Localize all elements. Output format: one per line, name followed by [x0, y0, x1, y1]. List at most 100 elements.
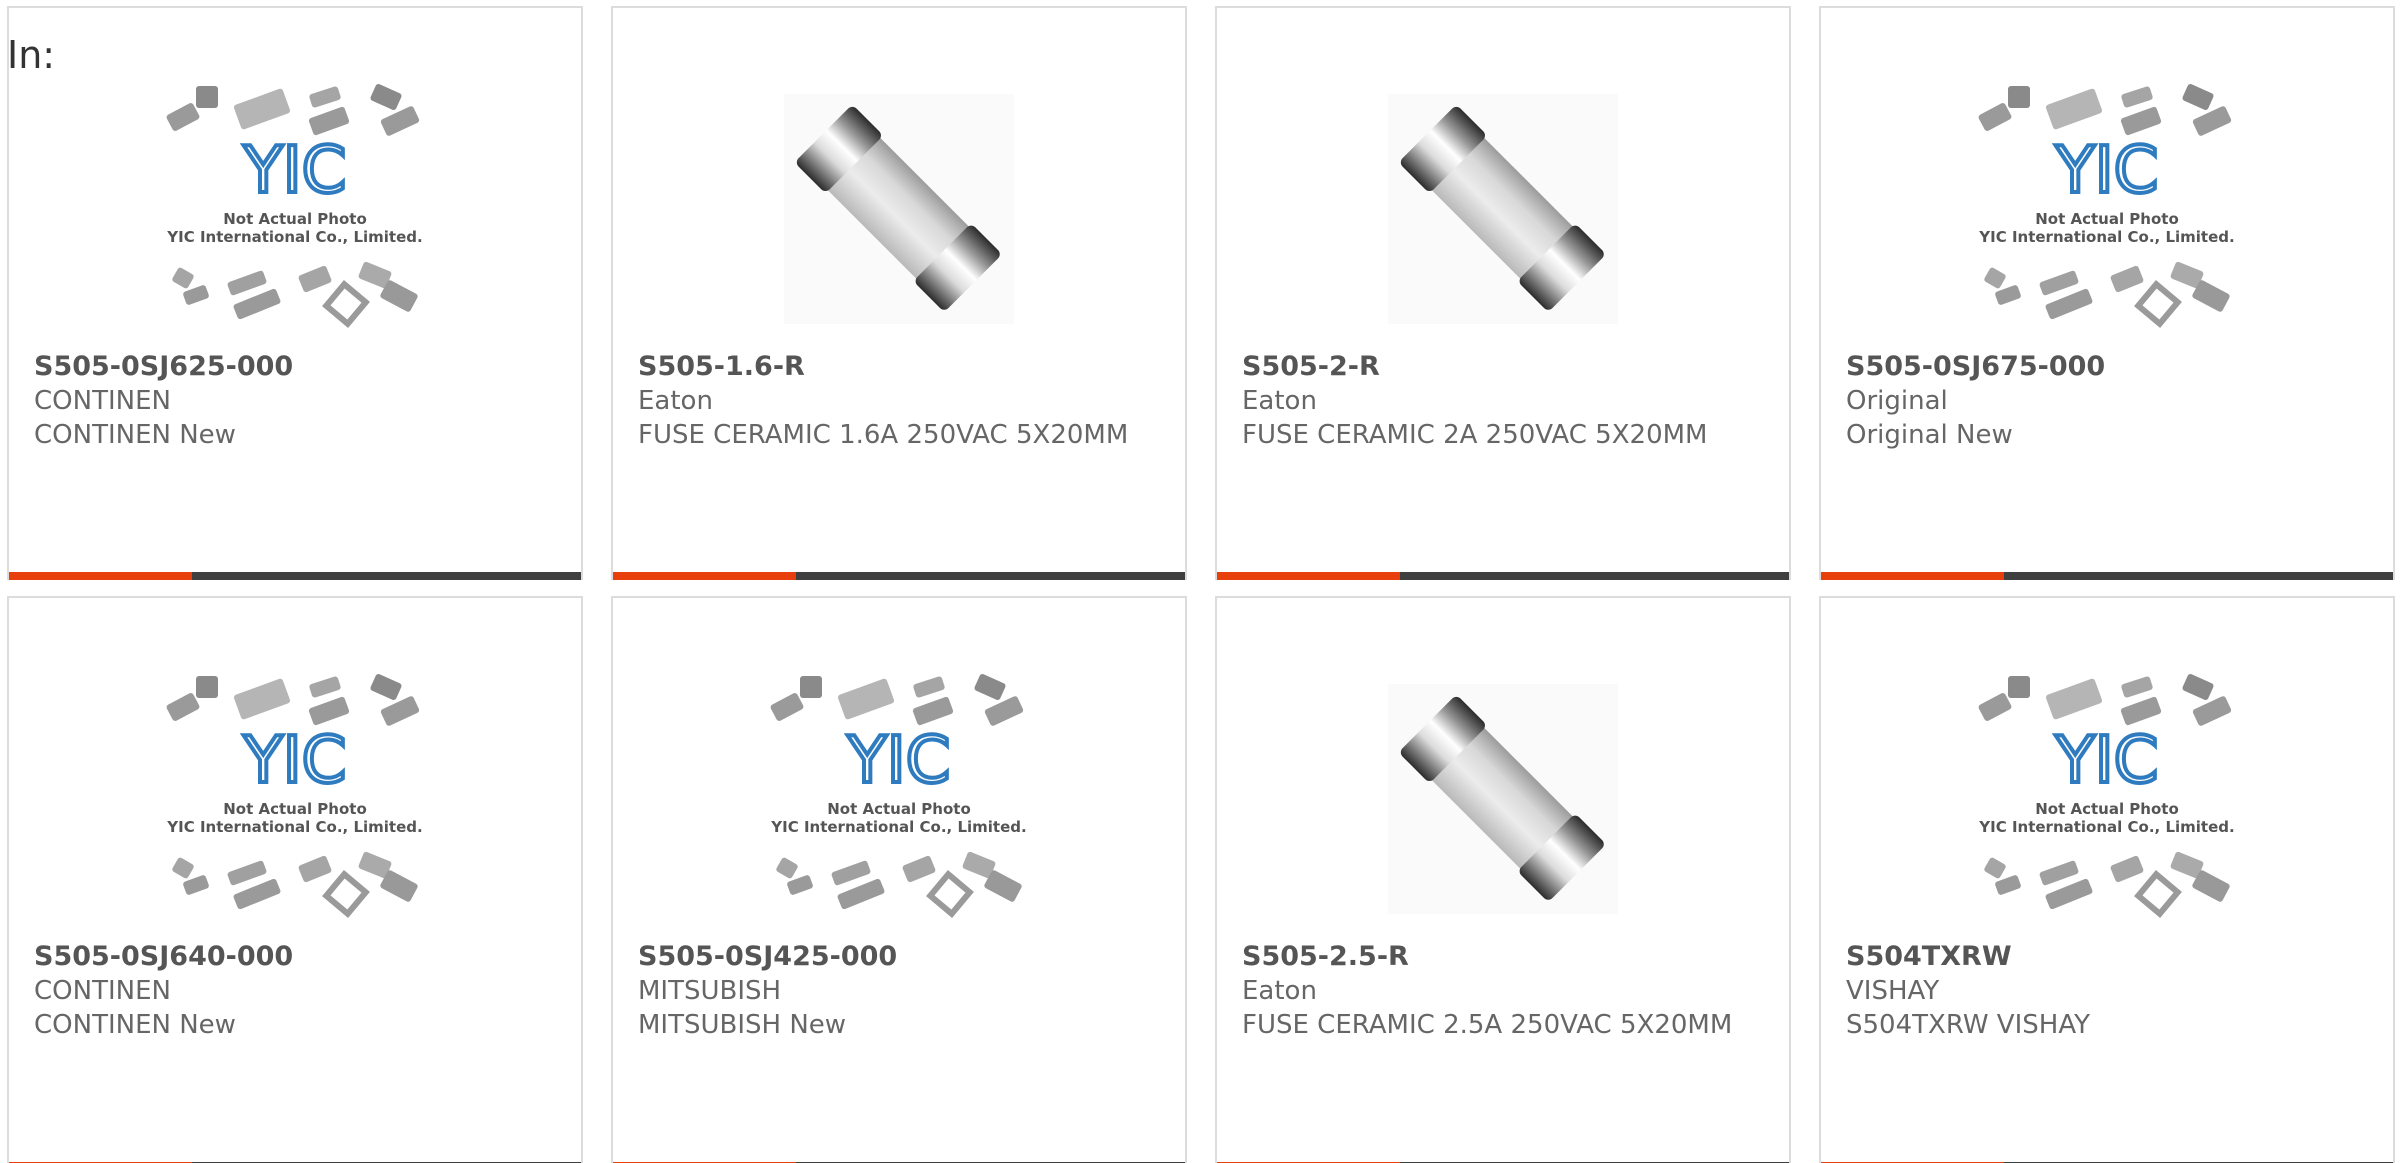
card-footer-accent [1821, 572, 2004, 580]
product-info: S505-2.5-R Eaton FUSE CERAMIC 2.5A 250VAC … [1242, 940, 1764, 1042]
product-card[interactable]: YIC Not Actual Photo YIC International Co.… [1819, 6, 2395, 580]
chip-icon [166, 103, 200, 131]
product-info: S505-0SJ625-000 CONTINEN CONTINEN New [34, 350, 556, 452]
product-image-placeholder[interactable]: YIC Not Actual Photo YIC International Co.… [160, 664, 430, 934]
placeholder-caption-1: Not Actual Photo [2035, 210, 2179, 228]
chip-icon [2182, 84, 2214, 110]
placeholder-caption-2: YIC International Co., Limited. [1978, 818, 2234, 836]
description: CONTINEN New [34, 420, 236, 450]
manufacturer: Eaton [638, 386, 713, 416]
manufacturer: Eaton [1242, 386, 1317, 416]
manufacturer: CONTINEN [34, 976, 171, 1006]
chip-icon [166, 693, 200, 721]
part-number[interactable]: S505-0SJ625-000 [34, 350, 556, 384]
chip-icon [233, 88, 291, 130]
product-info: S505-0SJ675-000 Original Original New [1846, 350, 2368, 452]
chip-icon [380, 106, 420, 136]
description: Original New [1846, 420, 2013, 450]
description: CONTINEN New [34, 1010, 236, 1040]
chip-icon [370, 84, 402, 110]
placeholder-caption-2: YIC International Co., Limited. [166, 818, 422, 836]
chip-icon [912, 696, 954, 726]
chip-icon [770, 693, 804, 721]
chip-icon [1978, 693, 2012, 721]
product-info: S505-2-R Eaton FUSE CERAMIC 2A 250VAC 5X20… [1242, 350, 1764, 452]
placeholder-logo-graphic: YIC Not Actual PhotoYIC International Co.… [1978, 84, 2235, 328]
chip-icon [2134, 280, 2182, 328]
placeholder-caption-1: Not Actual Photo [2035, 800, 2179, 818]
chip-icon [2008, 676, 2030, 698]
description: FUSE CERAMIC 1.6A 250VAC 5X20MM [638, 420, 1129, 450]
chip-icon [196, 676, 218, 698]
product-info: S505-1.6-R Eaton FUSE CERAMIC 1.6A 250VAC … [638, 350, 1160, 452]
chip-icon [2110, 265, 2144, 293]
part-number[interactable]: S504TXRW [1846, 940, 2368, 974]
product-card[interactable]: S505-1.6-R Eaton FUSE CERAMIC 1.6A 250VAC … [611, 6, 1187, 580]
chip-icon [2182, 674, 2214, 700]
product-card[interactable]: YIC Not Actual Photo YIC International Co.… [611, 596, 1187, 1163]
part-number[interactable]: S505-2.5-R [1242, 940, 1764, 974]
product-image-fuse[interactable] [1368, 74, 1638, 344]
card-footer-bar [9, 572, 581, 580]
description: FUSE CERAMIC 2A 250VAC 5X20MM [1242, 420, 1708, 450]
fuse-photo-graphic [1388, 94, 1618, 324]
placeholder-caption-2: YIC International Co., Limited. [1978, 228, 2234, 246]
part-number[interactable]: S505-0SJ675-000 [1846, 350, 2368, 384]
chip-icon [800, 676, 822, 698]
part-number[interactable]: S505-0SJ640-000 [34, 940, 556, 974]
product-image-placeholder[interactable]: YIC Not Actual Photo YIC International Co.… [160, 74, 430, 344]
yic-logo-text: YIC [847, 724, 951, 798]
part-number[interactable]: S505-2-R [1242, 350, 1764, 384]
card-footer-bar [1217, 572, 1789, 580]
results-label: In: [7, 33, 56, 77]
chip-icon [1978, 103, 2012, 131]
placeholder-caption-1: Not Actual Photo [827, 800, 971, 818]
product-card[interactable]: YIC Not Actual Photo YIC International Co.… [7, 6, 583, 580]
manufacturer: Eaton [1242, 976, 1317, 1006]
chip-icon [776, 857, 798, 879]
product-image-fuse[interactable] [764, 74, 1034, 344]
manufacturer: MITSUBISH [638, 976, 782, 1006]
part-number[interactable]: S505-1.6-R [638, 350, 1160, 384]
chip-icon [298, 855, 332, 883]
yic-logo-text: YIC [2055, 134, 2159, 208]
fuse-photo-graphic [784, 94, 1014, 324]
chip-icon [322, 280, 370, 328]
manufacturer: CONTINEN [34, 386, 171, 416]
chip-icon [2192, 696, 2232, 726]
product-info: S505-0SJ425-000 MITSUBISH MITSUBISH New [638, 940, 1160, 1042]
chip-icon [926, 870, 974, 918]
yic-logo-text: YIC [2055, 724, 2159, 798]
description: MITSUBISH New [638, 1010, 847, 1040]
chip-icon [309, 86, 341, 108]
chip-icon [233, 678, 291, 720]
placeholder-logo-graphic: YIC Not Actual PhotoYIC International Co.… [166, 674, 423, 918]
chip-icon [227, 270, 267, 296]
placeholder-caption-2: YIC International Co., Limited. [166, 228, 422, 246]
chip-icon [2045, 88, 2103, 130]
product-image-placeholder[interactable]: YIC Not Actual Photo YIC International Co.… [1972, 664, 2242, 934]
fuse-photo-graphic [1388, 684, 1618, 914]
chip-icon [298, 265, 332, 293]
product-image-fuse[interactable] [1368, 664, 1638, 934]
chip-icon [172, 267, 194, 289]
product-card[interactable]: YIC Not Actual Photo YIC International Co.… [1819, 596, 2395, 1163]
chip-icon [974, 674, 1006, 700]
chip-icon [831, 860, 871, 886]
placeholder-logo-graphic: YIC Not Actual PhotoYIC International Co.… [1978, 674, 2235, 918]
description: S504TXRW VISHAY [1846, 1010, 2090, 1040]
part-number[interactable]: S505-0SJ425-000 [638, 940, 1160, 974]
chip-icon [2192, 106, 2232, 136]
yic-logo-text: YIC [243, 134, 347, 208]
product-image-placeholder[interactable]: YIC Not Actual Photo YIC International Co.… [764, 664, 1034, 934]
chip-icon [2110, 855, 2144, 883]
product-card[interactable]: S505-2.5-R Eaton FUSE CERAMIC 2.5A 250VAC … [1215, 596, 1791, 1163]
placeholder-logo-graphic: YIC Not Actual PhotoYIC International Co.… [166, 84, 423, 328]
product-card[interactable]: S505-2-R Eaton FUSE CERAMIC 2A 250VAC 5X20… [1215, 6, 1791, 580]
chip-icon [2008, 86, 2030, 108]
product-image-placeholder[interactable]: YIC Not Actual Photo YIC International Co.… [1972, 74, 2242, 344]
product-card[interactable]: YIC Not Actual Photo YIC International Co.… [7, 596, 583, 1163]
chip-icon [2121, 86, 2153, 108]
chip-icon [984, 696, 1024, 726]
chip-icon [837, 678, 895, 720]
